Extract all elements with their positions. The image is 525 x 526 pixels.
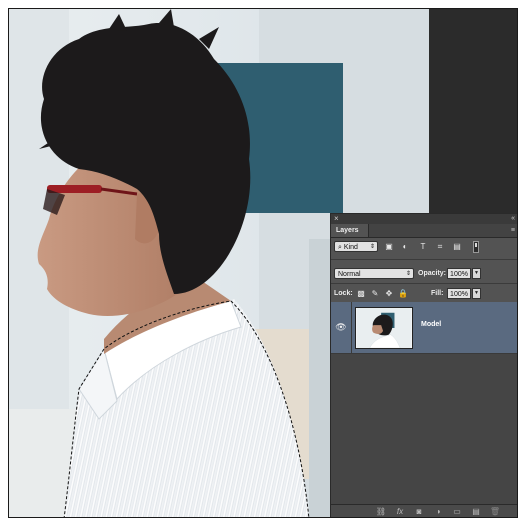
lock-position-icon[interactable]: ✥ [384, 288, 394, 299]
new-layer-icon[interactable]: ▤ [470, 506, 482, 517]
chevron-updown-icon: ⇕ [405, 271, 411, 277]
search-icon: ⌕ [338, 244, 342, 251]
filter-toggle[interactable] [473, 241, 479, 253]
panel-footer: ⛓ fx ◙ ◑ ▭ ▤ 🗑 [331, 504, 517, 517]
fill-label: Fill: [431, 290, 444, 297]
fill-slider-toggle[interactable]: ▼ [472, 288, 481, 299]
lock-all-icon[interactable]: 🔒 [398, 288, 408, 299]
filter-kind-select[interactable]: ⌕ Kind ⇕ [334, 241, 378, 252]
visibility-eye-icon[interactable]: 👁 [331, 302, 352, 353]
screenshot-stage: × « Layers ≡ ⌕ Kind ⇕ ▣ ◐ T ⌗ ▤ Normal ⇕… [0, 0, 525, 526]
smart-object-filter-icon[interactable]: ▤ [451, 241, 463, 253]
kind-label: Kind [343, 244, 358, 251]
tab-layers[interactable]: Layers [331, 224, 369, 237]
type-filter-icon[interactable]: T [417, 241, 429, 253]
chevron-updown-icon: ⇕ [369, 244, 375, 250]
panel-tab-bar: Layers ≡ [331, 224, 517, 238]
shape-filter-icon[interactable]: ⌗ [434, 241, 446, 253]
opacity-slider-toggle[interactable]: ▼ [472, 268, 481, 279]
new-adjustment-layer-icon[interactable]: ◑ [432, 506, 444, 517]
layers-panel: × « Layers ≡ ⌕ Kind ⇕ ▣ ◐ T ⌗ ▤ Normal ⇕… [330, 213, 517, 517]
photoshop-document-window: × « Layers ≡ ⌕ Kind ⇕ ▣ ◐ T ⌗ ▤ Normal ⇕… [8, 8, 518, 518]
collapse-panel-icon[interactable]: « [511, 214, 515, 224]
opacity-input[interactable]: 100% [447, 268, 471, 279]
lock-image-pixels-icon[interactable]: ✎ [370, 288, 380, 299]
delete-layer-icon[interactable]: 🗑 [489, 506, 501, 517]
fx-icon[interactable]: fx [394, 506, 406, 517]
opacity-label: Opacity: [418, 270, 447, 277]
blend-mode-select[interactable]: Normal ⇕ [334, 268, 414, 279]
panel-menu-icon[interactable]: ≡ [511, 227, 515, 234]
layers-list: 👁 Model [331, 302, 517, 508]
blend-mode-value: Normal [338, 271, 361, 278]
new-group-icon[interactable]: ▭ [451, 506, 463, 517]
fill-input[interactable]: 100% [447, 288, 471, 299]
adjustment-filter-icon[interactable]: ◐ [399, 241, 411, 253]
layer-row-model[interactable]: 👁 Model [331, 302, 517, 354]
lock-transparent-pixels-icon[interactable]: ▩ [356, 288, 366, 299]
layer-thumbnail[interactable] [355, 307, 413, 349]
divider [331, 259, 517, 260]
image-filter-icon[interactable]: ▣ [383, 241, 395, 253]
close-panel-icon[interactable]: × [334, 214, 339, 224]
lock-label: Lock: [334, 290, 353, 297]
layer-name[interactable]: Model [421, 321, 441, 328]
add-mask-icon[interactable]: ◙ [413, 506, 425, 517]
divider [331, 283, 517, 284]
link-layers-icon[interactable]: ⛓ [375, 506, 387, 517]
